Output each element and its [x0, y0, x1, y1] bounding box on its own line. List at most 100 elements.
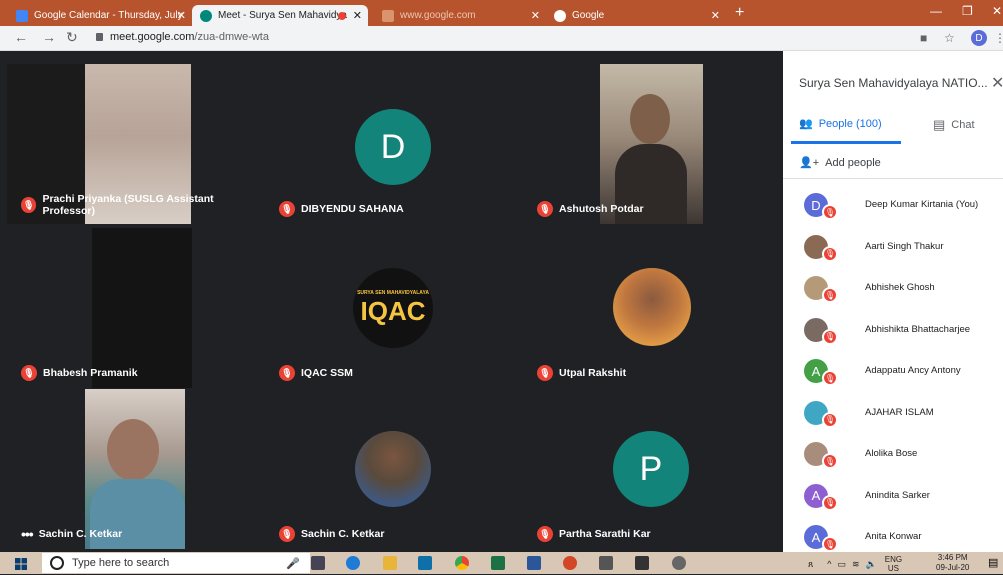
- restore-icon[interactable]: ❐: [962, 4, 973, 18]
- chat-icon: ▤: [933, 117, 946, 132]
- participant-name: Bhabesh Pramanik: [43, 367, 138, 379]
- mic-off-icon: 🎙: [279, 201, 295, 217]
- tab-people[interactable]: 👥 People (100): [799, 117, 882, 131]
- language-indicator[interactable]: ENG US: [885, 555, 902, 573]
- chrome-icon[interactable]: [455, 556, 469, 570]
- participant-list-item[interactable]: D 🎙 Deep Kumar Kirtania (You): [783, 184, 1003, 224]
- divider: [783, 178, 1003, 179]
- taskbar-clock[interactable]: 3:46 PM 09-Jul-20: [936, 553, 969, 573]
- tab-title: Google: [572, 10, 605, 21]
- tile-participant[interactable]: ••• Sachin C. Ketkar: [7, 389, 261, 549]
- window-close-icon[interactable]: ✕: [992, 4, 1002, 18]
- tile-participant[interactable]: P 🎙 Partha Sarathi Kar: [523, 389, 777, 549]
- tile-participant[interactable]: 🎙 Utpal Rakshit: [523, 228, 777, 388]
- logo-text: IQAC: [360, 295, 426, 326]
- participant-name: Aarti Singh Thakur: [865, 240, 944, 252]
- settings-gear-icon[interactable]: [672, 556, 686, 570]
- camera-icon[interactable]: ■: [920, 31, 927, 45]
- edge-icon[interactable]: [346, 556, 360, 570]
- mail-icon[interactable]: [635, 556, 649, 570]
- tab-google[interactable]: Google ✕: [546, 5, 726, 26]
- reload-icon[interactable]: ↻: [66, 29, 78, 46]
- minimize-icon[interactable]: —: [930, 4, 942, 18]
- tab-chat-label: Chat: [951, 119, 975, 131]
- menu-icon[interactable]: ⋮: [994, 31, 1003, 45]
- participant-name: Anindita Sarker: [865, 489, 930, 501]
- mic-off-icon: 🎙: [537, 526, 553, 542]
- search-placeholder: Type here to search: [72, 557, 170, 569]
- word-icon[interactable]: [527, 556, 541, 570]
- participant-name: Partha Sarathi Kar: [559, 528, 651, 540]
- participant-list-item[interactable]: 🎙 Abhishikta Bhattacharjee: [783, 309, 1003, 349]
- notifications-icon[interactable]: ▤: [988, 556, 998, 569]
- forward-icon[interactable]: →: [42, 29, 56, 45]
- participant-list-item[interactable]: A 🎙 Anita Konwar: [783, 516, 1003, 556]
- clock-date: 09-Jul-20: [936, 563, 970, 572]
- tile-participant[interactable]: 🎙 Prachi Priyanka (SUSLG Assistant Profes…: [7, 64, 261, 224]
- cortana-icon: [50, 556, 64, 570]
- active-tab-indicator: [791, 141, 901, 144]
- tab-google-calendar[interactable]: Google Calendar - Thursday, July ✕: [8, 5, 192, 26]
- close-icon[interactable]: ✕: [991, 73, 1003, 93]
- participant-name: Sachin C. Ketkar: [38, 528, 123, 540]
- participant-list-item[interactable]: A 🎙 Anindita Sarker: [783, 475, 1003, 515]
- more-options-icon[interactable]: •••: [21, 526, 34, 542]
- participant-photo: [613, 268, 691, 346]
- participant-name: Anita Konwar: [865, 531, 922, 542]
- people-tray-icon[interactable]: ጸ: [808, 559, 813, 570]
- tile-participant[interactable]: D 🎙 DIBYENDU SAHANA: [265, 64, 519, 224]
- store-icon[interactable]: [418, 556, 432, 570]
- tab-google-www[interactable]: www.google.com ✕: [374, 5, 546, 26]
- add-people-button[interactable]: 👤+ Add people: [799, 156, 881, 170]
- close-tab-icon[interactable]: ✕: [711, 9, 720, 22]
- powerpoint-icon[interactable]: [563, 556, 577, 570]
- participant-list-item[interactable]: 🎙 Aarti Singh Thakur: [783, 226, 1003, 266]
- calculator-icon[interactable]: [599, 556, 613, 570]
- tile-participant[interactable]: SURYA SEN MAHAVIDYALAYA IQAC 🎙 IQAC SSM: [265, 228, 519, 388]
- bookmark-star-icon[interactable]: ☆: [944, 31, 955, 45]
- back-icon[interactable]: ←: [14, 29, 28, 45]
- participant-name: DIBYENDU SAHANA: [301, 203, 404, 215]
- tile-participant[interactable]: 🎙 Bhabesh Pramanik: [7, 228, 261, 388]
- people-icon: 👥: [799, 118, 813, 130]
- tab-title: www.google.com: [400, 10, 476, 21]
- file-explorer-icon[interactable]: [383, 556, 397, 570]
- participant-name: Abhishek Ghosh: [865, 282, 935, 293]
- participant-list-item[interactable]: 🎙 Abhishek Ghosh: [783, 267, 1003, 307]
- close-tab-icon[interactable]: ✕: [531, 9, 540, 22]
- participant-list-item[interactable]: A 🎙 Adappatu Ancy Antony: [783, 350, 1003, 390]
- address-bar[interactable]: meet.google.com/zua-dmwe-wta: [110, 31, 269, 43]
- mic-icon[interactable]: 🎤: [286, 557, 300, 570]
- profile-avatar[interactable]: D: [971, 30, 987, 46]
- mic-off-icon: 🎙: [822, 287, 838, 303]
- chevron-up-icon[interactable]: ^: [827, 559, 831, 569]
- mic-off-icon: 🎙: [279, 365, 295, 381]
- tab-meet[interactable]: Meet - Surya Sen Mahavidya ✕: [192, 5, 368, 26]
- participant-name: IQAC SSM: [301, 367, 353, 379]
- tile-participant[interactable]: 🎙 Sachin C. Ketkar: [265, 389, 519, 549]
- participant-list-item[interactable]: 🎙 Alolika Bose: [783, 433, 1003, 473]
- volume-icon[interactable]: 🔈: [866, 559, 877, 570]
- close-tab-icon[interactable]: ✕: [353, 9, 362, 22]
- mic-off-icon: 🎙: [822, 328, 838, 345]
- participant-name: Ashutosh Potdar: [559, 203, 644, 215]
- participant-name: Prachi Priyanka (SUSLG Assistant Profess…: [42, 193, 214, 217]
- task-view-icon[interactable]: [311, 556, 325, 570]
- windows-start-icon[interactable]: [15, 557, 27, 570]
- excel-icon[interactable]: [491, 556, 505, 570]
- new-tab-button[interactable]: +: [735, 4, 744, 22]
- mic-off-icon: 🎙: [21, 365, 37, 381]
- taskbar-search[interactable]: Type here to search: [42, 553, 310, 573]
- mic-off-icon: 🎙: [21, 197, 37, 213]
- tile-participant[interactable]: 🎙 Ashutosh Potdar: [523, 64, 777, 224]
- tab-people-label: People (100): [818, 117, 882, 130]
- participant-list-item[interactable]: 🎙 AJAHAR ISLAM: [783, 392, 1003, 432]
- clock-time: 3:46 PM: [937, 553, 968, 562]
- battery-icon[interactable]: ▭: [838, 559, 847, 570]
- tab-chat[interactable]: ▤ Chat: [933, 117, 975, 133]
- page-icon: [382, 9, 394, 22]
- wifi-icon[interactable]: ≋: [852, 559, 860, 570]
- mic-off-icon: 🎙: [537, 201, 553, 217]
- close-tab-icon[interactable]: ✕: [177, 9, 186, 22]
- mic-off-icon: 🎙: [822, 536, 838, 552]
